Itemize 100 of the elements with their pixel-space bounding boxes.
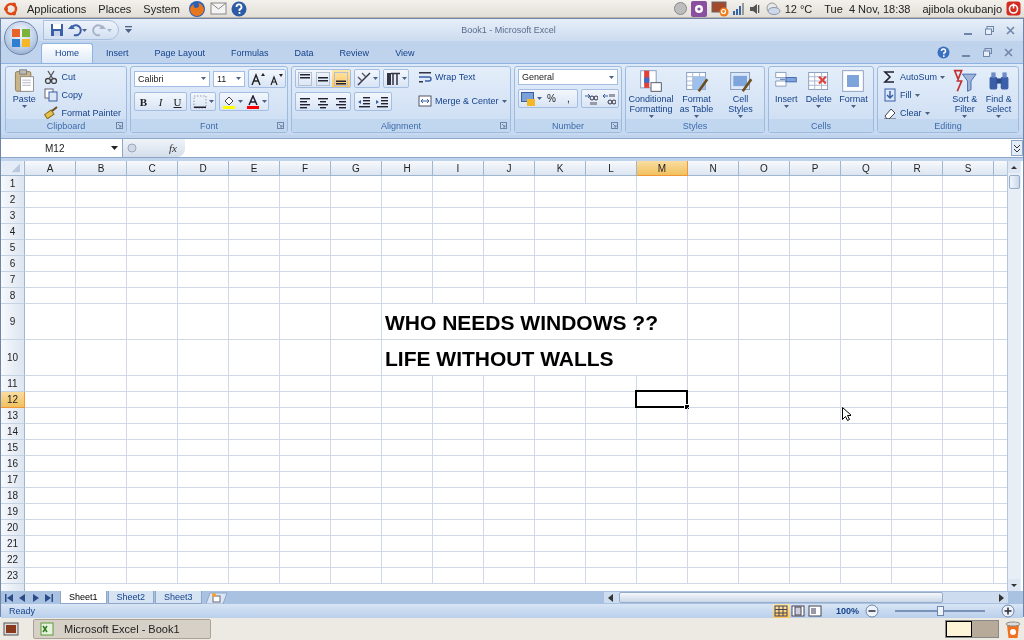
row-header[interactable]: 17 [1,472,25,488]
volume-icon[interactable] [748,2,761,15]
save-icon[interactable] [50,23,64,37]
ribbon-tab[interactable]: Insert [93,44,142,63]
next-sheet-icon[interactable] [31,593,40,602]
grid-cell[interactable]: LIFE WITHOUT WALLS [382,340,688,376]
font-color-button[interactable] [244,93,268,110]
italic-button[interactable]: I [152,93,169,110]
ribbon-button[interactable]: Delete [804,69,833,108]
column-header[interactable]: M [637,161,688,176]
workspace-switcher[interactable] [945,620,999,638]
ribbon-button[interactable]: Find & Select [982,69,1015,118]
ribbon-button[interactable]: Format [838,69,869,108]
show-desktop-icon[interactable] [3,621,19,637]
ribbon-button[interactable]: Format as Table [676,69,717,118]
row-header[interactable]: 20 [1,520,25,536]
normal-view-button[interactable] [772,604,790,618]
column-header[interactable]: D [178,161,229,176]
help-icon[interactable] [937,45,950,59]
gear-icon[interactable] [690,0,707,17]
paragraph-button[interactable] [384,70,408,87]
ribbon-button[interactable]: Format Painter [42,105,123,121]
sheet-tab[interactable]: Sheet2 [107,591,155,604]
column-header[interactable]: Q [841,161,892,176]
column-header[interactable]: O [739,161,790,176]
last-sheet-icon[interactable] [44,593,53,602]
column-header[interactable]: P [790,161,841,176]
ribbon-button[interactable]: Cell Styles [720,69,761,118]
horizontal-scrollbar[interactable] [604,592,1008,603]
column-header[interactable]: G [331,161,382,176]
scroll-thumb[interactable] [1009,175,1020,189]
row-header[interactable]: 9 [1,304,25,340]
insert-sheet-icon[interactable] [205,591,228,604]
column-header[interactable]: R [892,161,943,176]
ribbon-button[interactable]: Sort & Filter [950,69,980,118]
panel-menu[interactable]: System [139,2,185,15]
ribbon-tab[interactable]: Review [326,44,383,63]
launcher-icon[interactable] [500,122,507,129]
sheet-tab[interactable]: Sheet3 [155,591,202,604]
user-name[interactable]: ajibola okubanjo [922,2,1002,15]
ribbon-button[interactable]: AutoSum [881,69,948,85]
page-break-view-button[interactable] [806,604,824,618]
row-header[interactable]: 4 [1,224,25,240]
ribbon-button[interactable]: Insert [773,69,800,108]
font-name-field[interactable]: Calibri [134,70,210,87]
ribbon-button[interactable]: Clear [881,105,948,121]
column-header[interactable]: F [280,161,331,176]
border-button[interactable] [191,93,215,110]
signal-icon[interactable] [732,2,745,15]
row-header[interactable]: 11 [1,376,25,392]
launcher-icon[interactable] [277,122,284,129]
number-style-button[interactable]: , [560,90,577,107]
prev-sheet-icon[interactable] [18,593,27,602]
trash-icon[interactable] [1005,619,1021,639]
column-header[interactable]: I [433,161,484,176]
customize-caret-icon[interactable] [125,26,133,34]
column-header[interactable]: A [25,161,76,176]
ribbon-button[interactable]: Fill [881,87,948,103]
panel-menu[interactable]: Places [94,2,136,15]
ribbon-button[interactable]: Cut [42,69,123,85]
column-header[interactable]: N [688,161,739,176]
grid-cell[interactable]: WHO NEEDS WINDOWS ?? [382,304,688,340]
row-header[interactable]: 16 [1,456,25,472]
row-header[interactable]: 12 [1,392,25,408]
ribbon-button[interactable]: Paste [9,69,40,108]
launcher-icon[interactable] [116,122,123,129]
row-header[interactable]: 14 [1,424,25,440]
sheet-tab[interactable]: Sheet1 [60,591,107,604]
row-header[interactable]: 1 [1,176,25,192]
column-header[interactable]: K [535,161,586,176]
column-header[interactable]: S [943,161,994,176]
zoom-level[interactable]: 100% [835,606,859,616]
row-header[interactable]: 7 [1,272,25,288]
row-header[interactable]: 18 [1,488,25,504]
close-icon[interactable] [1004,47,1013,57]
restore-icon[interactable] [985,25,994,35]
row-header[interactable]: 22 [1,552,25,568]
ribbon-button[interactable]: Merge & Center [416,93,509,109]
row-header[interactable]: 2 [1,192,25,208]
ribbon-tab[interactable]: View [382,44,428,63]
row-header[interactable]: 23 [1,568,25,584]
ribbon-tab[interactable]: Home [41,43,93,63]
row-header[interactable]: 5 [1,240,25,256]
ribbon-tab[interactable]: Formulas [218,44,282,63]
ribbon-tab[interactable]: Data [281,44,327,63]
vertical-scrollbar[interactable] [1007,161,1021,591]
align-bottom-button[interactable] [332,70,350,87]
zoom-in-icon[interactable] [1001,604,1015,618]
text-angle-button[interactable] [355,70,379,87]
monitor-search-icon[interactable] [710,0,729,17]
column-header[interactable]: B [76,161,127,176]
column-header[interactable]: E [229,161,280,176]
font-size-field[interactable]: 11 [213,70,245,87]
column-header[interactable]: L [586,161,637,176]
ubuntu-logo-icon[interactable] [3,0,19,17]
underline-button[interactable]: U [169,93,186,110]
power-icon[interactable] [1006,1,1021,16]
first-sheet-icon[interactable] [5,593,14,602]
ribbon-tab[interactable]: Page Layout [141,44,219,63]
currency-button[interactable] [519,90,543,107]
